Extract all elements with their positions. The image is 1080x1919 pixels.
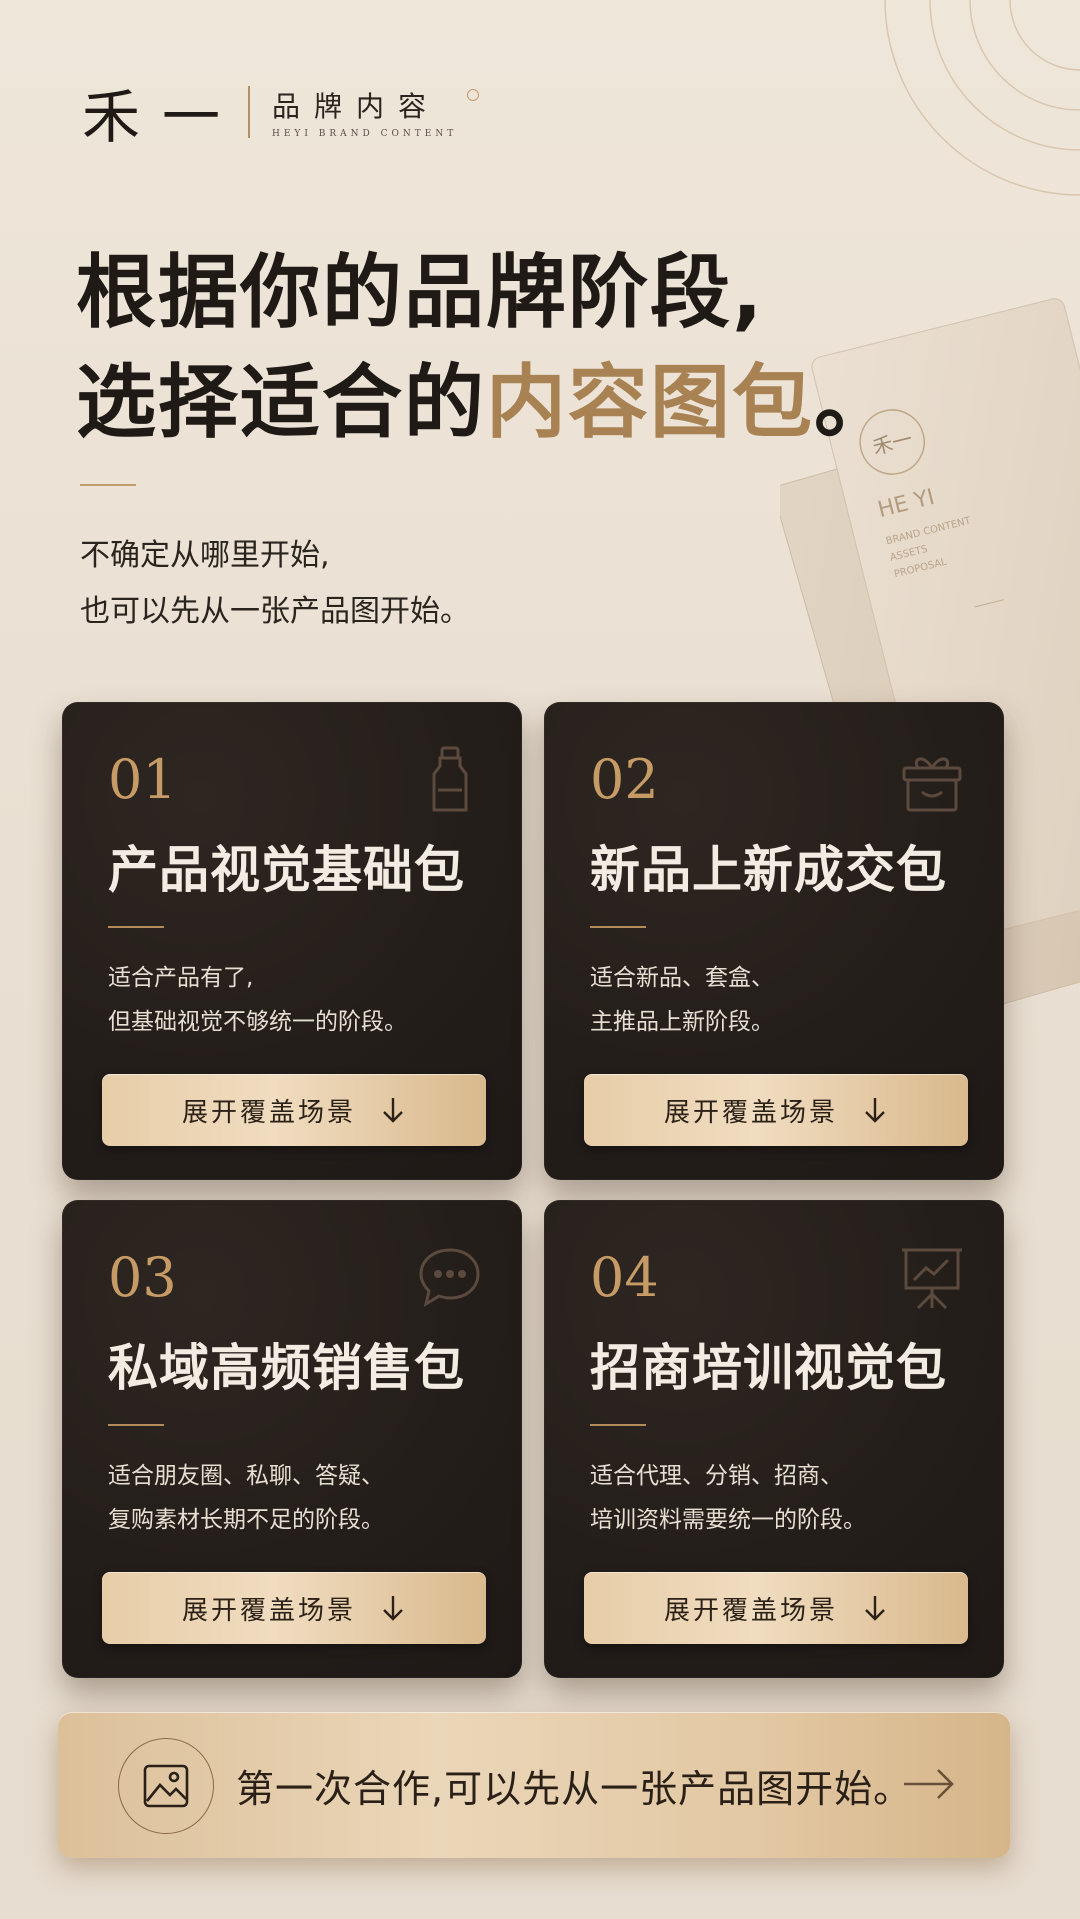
- package-title: 私域高频销售包: [108, 1338, 465, 1397]
- package-number: 04: [590, 1246, 659, 1309]
- expand-button-label: 展开覆盖场景: [663, 1097, 838, 1128]
- package-card-02: 02 新品上新成交包 适合新品、套盒、 主推品上新阶段。 展开覆盖场景: [544, 702, 1004, 1180]
- package-divider: [108, 926, 164, 928]
- bottle-icon: [432, 746, 468, 812]
- brand-dot: [467, 89, 480, 101]
- package-description: 适合产品有了, 但基础视觉不够统一的阶段。: [108, 956, 407, 1044]
- brand-name-cn: 品牌内容: [272, 90, 441, 123]
- intro-line2: 也可以先从一张产品图开始。: [80, 594, 470, 629]
- package-desc-line: 培训资料需要统一的阶段。: [590, 1507, 866, 1533]
- arrow-down-icon: [865, 1596, 885, 1621]
- package-desc-line: 适合代理、分销、招商、: [590, 1463, 843, 1489]
- package-divider: [108, 1424, 164, 1426]
- expand-scenarios-button[interactable]: 展开覆盖场景: [102, 1572, 486, 1644]
- package-description: 适合朋友圈、私聊、答疑、 复购素材长期不足的阶段。: [108, 1454, 384, 1542]
- package-desc-line: 但基础视觉不够统一的阶段。: [108, 1009, 407, 1035]
- chat-bubble-icon: [419, 1248, 480, 1308]
- expand-scenarios-button[interactable]: 展开覆盖场景: [584, 1074, 968, 1146]
- expand-button-label: 展开覆盖场景: [181, 1595, 356, 1626]
- package-description: 适合代理、分销、招商、 培训资料需要统一的阶段。: [590, 1454, 866, 1542]
- package-number: 02: [590, 748, 659, 811]
- package-card-01: 01 产品视觉基础包 适合产品有了, 但基础视觉不够统一的阶段。 展开覆盖场景: [62, 702, 522, 1180]
- image-icon: [143, 1764, 189, 1808]
- package-desc-line: 适合产品有了,: [108, 965, 254, 991]
- brand-divider: [248, 86, 251, 138]
- headline-divider: [80, 484, 136, 486]
- first-order-cta-button[interactable]: 第一次合作,可以先从一张产品图开始。: [58, 1712, 1010, 1858]
- arrow-right-icon: [904, 1769, 954, 1799]
- brand-header: 禾一 品牌内容 HEYI BRAND CONTENT: [82, 70, 480, 154]
- package-card-03: 03 私域高频销售包 适合朋友圈、私聊、答疑、 复购素材长期不足的阶段。 展开覆…: [62, 1200, 522, 1678]
- decorative-arcs: [884, 0, 1080, 196]
- package-desc-line: 适合朋友圈、私聊、答疑、: [108, 1463, 384, 1489]
- headline-line1: 根据你的品牌阶段,: [76, 246, 765, 339]
- brand-name-en: HEYI BRAND CONTENT: [272, 129, 458, 139]
- package-divider: [590, 1424, 646, 1426]
- package-desc-line: 主推品上新阶段。: [590, 1009, 774, 1035]
- cta-icon-circle: [118, 1738, 214, 1834]
- arrow-down-icon: [383, 1098, 403, 1123]
- package-title: 招商培训视觉包: [590, 1338, 947, 1397]
- intro-text: 不确定从哪里开始, 也可以先从一张产品图开始。: [80, 528, 470, 640]
- package-divider: [590, 926, 646, 928]
- package-title: 新品上新成交包: [590, 840, 947, 899]
- package-number: 03: [108, 1246, 177, 1309]
- headline-accent: 内容图包: [486, 356, 814, 449]
- presentation-chart-icon: [902, 1248, 962, 1310]
- expand-scenarios-button[interactable]: 展开覆盖场景: [102, 1074, 486, 1146]
- brand-text: 品牌内容 HEYI BRAND CONTENT: [272, 85, 480, 139]
- intro-line1: 不确定从哪里开始,: [80, 538, 330, 573]
- headline-line2: 选择适合的内容图包。: [76, 348, 896, 458]
- package-title: 产品视觉基础包: [108, 840, 465, 899]
- headline-line2-suffix: 。: [814, 356, 896, 449]
- package-desc-line: 复购素材长期不足的阶段。: [108, 1507, 384, 1533]
- brand-logo: 禾一: [82, 83, 243, 151]
- expand-button-label: 展开覆盖场景: [663, 1595, 838, 1626]
- package-number: 01: [108, 748, 177, 811]
- gift-box-icon: [902, 757, 962, 812]
- expand-button-label: 展开覆盖场景: [181, 1097, 356, 1128]
- package-desc-line: 适合新品、套盒、: [590, 965, 774, 991]
- package-card-04: 04 招商培训视觉包 适合代理、分销、招商、 培训资料需要统一的阶段。 展开覆盖…: [544, 1200, 1004, 1678]
- headline-line2-prefix: 选择适合的: [76, 356, 486, 449]
- page-headline: 根据你的品牌阶段, 选择适合的内容图包。: [76, 238, 896, 458]
- cta-text: 第一次合作,可以先从一张产品图开始。: [236, 1767, 913, 1811]
- expand-scenarios-button[interactable]: 展开覆盖场景: [584, 1572, 968, 1644]
- arrow-down-icon: [383, 1596, 403, 1621]
- package-description: 适合新品、套盒、 主推品上新阶段。: [590, 956, 774, 1044]
- arrow-down-icon: [865, 1098, 885, 1123]
